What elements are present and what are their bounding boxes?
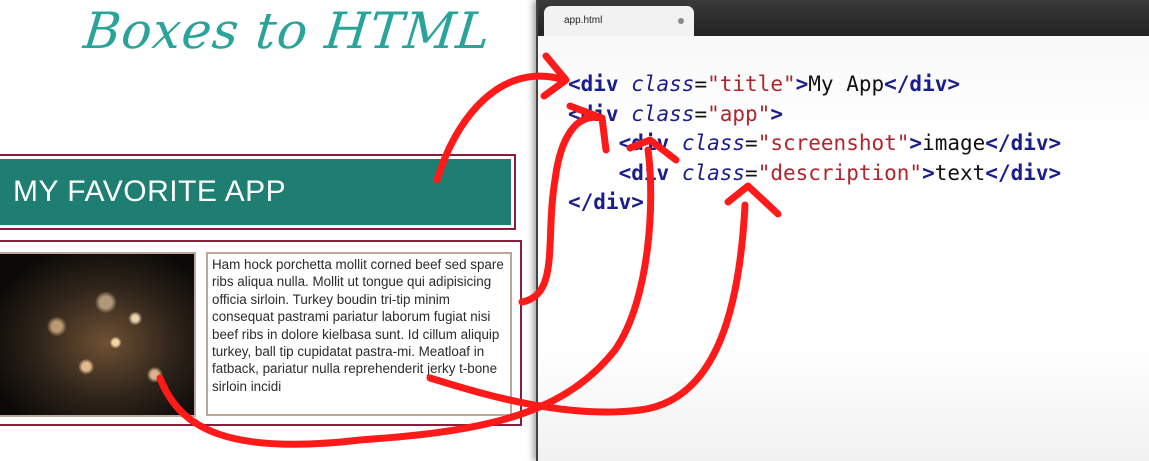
code-token-tag: </div> xyxy=(568,190,644,214)
code-token-str: "app" xyxy=(707,101,771,126)
code-token-txt: = xyxy=(694,72,708,96)
mockup-app-box: Ham hock porchetta mollit corned beef se… xyxy=(0,240,522,426)
code-token-attr: class xyxy=(631,72,695,96)
mockup-title: MY FAVORITE APP xyxy=(0,159,511,225)
code-line[interactable]: </div> xyxy=(568,188,1061,218)
code-area[interactable]: <div class="title">My App</div> <div clas… xyxy=(568,70,1061,218)
mockup-title-box: MY FAVORITE APP xyxy=(0,154,516,230)
code-token-tag: <div xyxy=(568,101,619,126)
code-token-txt: text xyxy=(934,160,986,185)
code-token-attr: class xyxy=(681,131,746,155)
code-token-str: "description" xyxy=(757,160,923,185)
code-token-txt: image xyxy=(922,131,986,155)
code-token-txt: = xyxy=(745,131,758,155)
code-token-tag: </div> xyxy=(884,72,960,96)
unsaved-dot-icon[interactable] xyxy=(678,18,684,24)
code-token-str: "screenshot" xyxy=(757,131,910,155)
handwritten-title: Boxes to HTML xyxy=(80,2,494,60)
code-token-tag: <div xyxy=(618,160,670,185)
mockup-screenshot-image xyxy=(0,252,196,417)
code-token-tag: <div xyxy=(618,131,670,155)
code-line[interactable]: <div class="app"> xyxy=(568,100,1061,130)
code-line[interactable]: <div class="title">My App</div> xyxy=(568,70,1061,100)
code-token-tag: > xyxy=(770,101,783,126)
code-token-tag: <div xyxy=(568,72,619,96)
code-token-attr: class xyxy=(631,101,695,126)
code-line[interactable]: <div class="description">text</div> xyxy=(568,159,1062,189)
code-editor-window: app.html <div class="title">My App</div>… xyxy=(536,0,1149,461)
code-token-tag: </div> xyxy=(985,131,1062,155)
code-token-txt: = xyxy=(745,160,758,185)
tab-app-html[interactable]: app.html xyxy=(544,6,694,36)
code-token-attr: class xyxy=(681,160,746,185)
code-token-tag: > xyxy=(922,160,935,185)
mockup-description: Ham hock porchetta mollit corned beef se… xyxy=(206,252,512,416)
code-token-tag: </div> xyxy=(985,160,1062,185)
slide-canvas: Boxes to HTML MY FAVORITE APP Ham hock p… xyxy=(0,0,536,461)
code-line[interactable]: <div class="screenshot">image</div> xyxy=(568,129,1062,159)
code-token-tag: > xyxy=(909,131,923,155)
code-token-txt: = xyxy=(694,101,708,126)
editor-tab-bar: app.html xyxy=(538,0,1149,36)
tab-label: app.html xyxy=(564,15,603,26)
code-token-str: "title" xyxy=(707,72,796,96)
code-token-tag: > xyxy=(795,72,809,96)
code-token-txt: My App xyxy=(808,72,885,96)
